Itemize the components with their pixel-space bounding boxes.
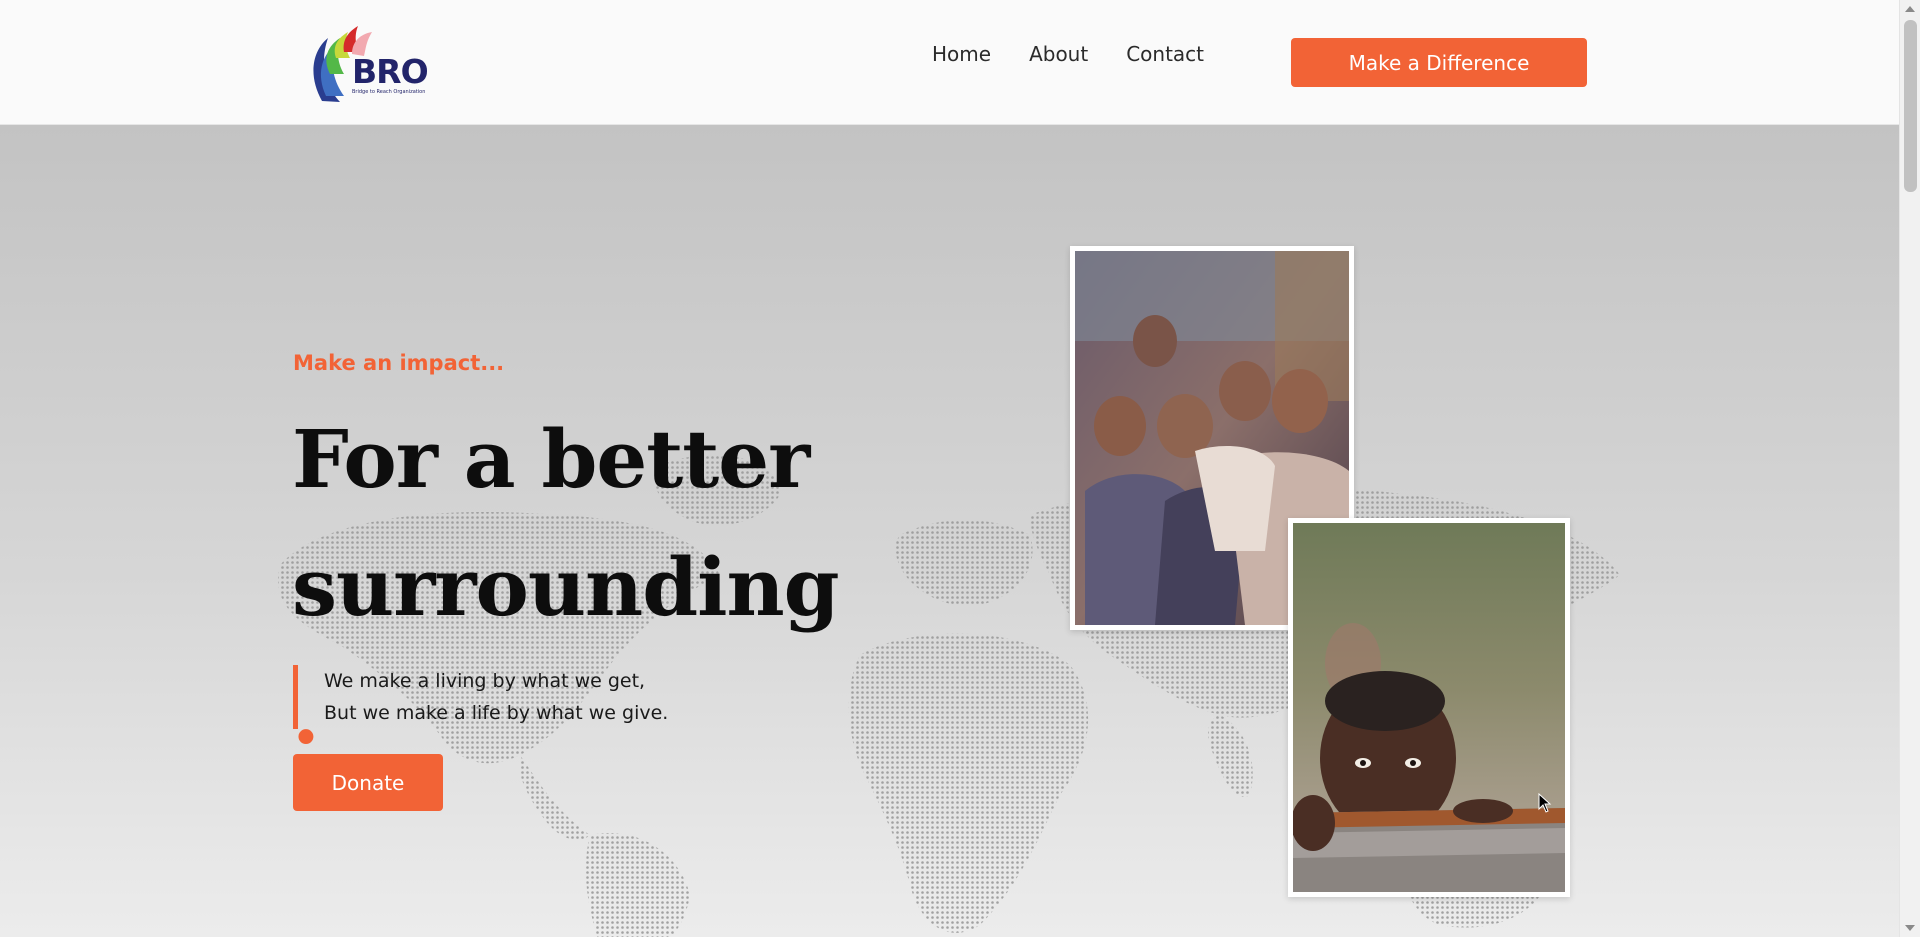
logo-subtext: Bridge to Reach Organization xyxy=(352,89,426,95)
headline-line-1: For a better xyxy=(292,412,810,506)
nav-about[interactable]: About xyxy=(1029,42,1088,66)
site-header: BRO Bridge to Reach Organization Home Ab… xyxy=(0,0,1899,125)
nav-home[interactable]: Home xyxy=(932,42,991,66)
donate-button[interactable]: Donate xyxy=(293,754,443,811)
nav-contact[interactable]: Contact xyxy=(1126,42,1204,66)
hero-tagline: Make an impact... xyxy=(293,351,505,375)
make-a-difference-button[interactable]: Make a Difference xyxy=(1291,38,1587,87)
quote-line-2: But we make a life by what we give. xyxy=(324,702,669,724)
scroll-down-icon[interactable] xyxy=(1905,925,1915,931)
scrollbar-thumb[interactable] xyxy=(1904,20,1917,192)
main-nav: Home About Contact xyxy=(932,42,1204,66)
hero-section: Make an impact... For a better surroundi… xyxy=(0,125,1899,937)
scroll-up-icon[interactable] xyxy=(1905,6,1915,12)
photo-child-portrait xyxy=(1288,518,1570,897)
logo[interactable]: BRO Bridge to Reach Organization xyxy=(310,16,430,108)
page-scrollbar[interactable] xyxy=(1899,0,1920,937)
hero-quote: We make a living by what we get, But we … xyxy=(293,665,743,729)
mouse-cursor-icon xyxy=(1538,793,1552,813)
child-portrait-image xyxy=(1293,523,1565,892)
headline-line-2: surrounding xyxy=(292,540,840,634)
logo-text: BRO xyxy=(352,52,429,91)
quote-line-1: We make a living by what we get, xyxy=(324,670,646,692)
